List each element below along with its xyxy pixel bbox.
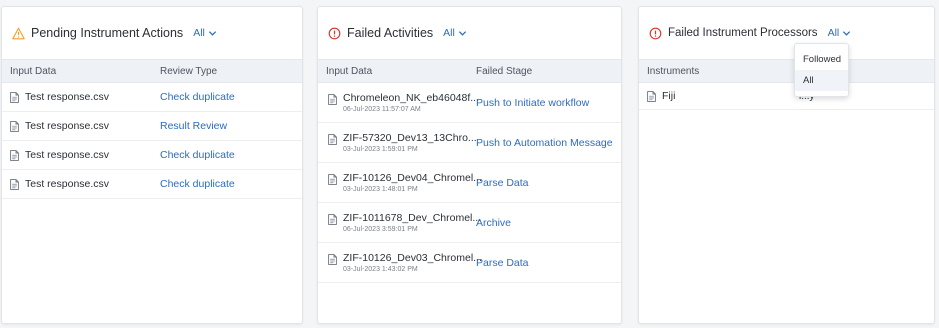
card-title: Failed Activities bbox=[347, 26, 434, 40]
filter-dropdown-menu: Followed All bbox=[794, 43, 849, 97]
table-row: ZIF-1011678_Dev_Chromel... 06-Jul-2023 3:… bbox=[318, 203, 621, 243]
column-header-input-data: Input Data bbox=[326, 65, 373, 77]
review-type-link[interactable]: Check duplicate bbox=[160, 149, 235, 161]
review-type-link[interactable]: Check duplicate bbox=[160, 178, 235, 190]
failed-instrument-processors-card: Failed Instrument Processors All Instrum… bbox=[638, 6, 935, 324]
column-header-failed-stage: Failed Stage bbox=[476, 65, 533, 77]
warning-triangle-icon bbox=[12, 27, 25, 39]
review-type-link[interactable]: Result Review bbox=[160, 120, 227, 132]
pending-instrument-actions-card: Pending Instrument Actions All Input Dat… bbox=[1, 6, 303, 324]
file-name: Chromeleon_NK_eb46048f... bbox=[343, 92, 480, 104]
filter-dropdown[interactable]: All bbox=[193, 27, 217, 39]
card-header: Failed Instrument Processors All bbox=[639, 7, 934, 59]
file-icon bbox=[10, 149, 19, 161]
table-header: Input Data Review Type bbox=[2, 59, 302, 83]
timestamp: 06-Jul-2023 11:57:07 AM bbox=[343, 106, 421, 113]
table-row: Test response.csv Check duplicate bbox=[2, 141, 302, 170]
failed-stage-link[interactable]: Push to Automation Message bbox=[476, 137, 613, 149]
filter-label: All bbox=[443, 27, 455, 39]
review-type-link[interactable]: Check duplicate bbox=[160, 91, 235, 103]
failed-stage-link[interactable]: Parse Data bbox=[476, 257, 529, 269]
input-data-cell: ZIF-1011678_Dev_Chromel... 06-Jul-2023 3:… bbox=[318, 212, 481, 233]
file-name: Test response.csv bbox=[25, 178, 110, 190]
filter-dropdown[interactable]: All bbox=[828, 27, 852, 39]
instrument-name: Fiji bbox=[662, 90, 676, 102]
file-name: Test response.csv bbox=[25, 120, 110, 132]
input-data-cell: ZIF-10126_Dev04_Chromel... 03-Jul-2023 1:… bbox=[318, 172, 482, 193]
error-circle-icon bbox=[649, 27, 662, 39]
file-icon bbox=[10, 120, 19, 132]
chevron-down-icon bbox=[208, 30, 216, 36]
input-data-cell: ZIF-10126_Dev03_Chromel... 03-Jul-2023 1:… bbox=[318, 252, 482, 273]
chevron-down-icon bbox=[458, 30, 466, 36]
file-name: ZIF-57320_Dev13_13Chro... bbox=[343, 132, 477, 144]
table-row: Chromeleon_NK_eb46048f... 06-Jul-2023 11:… bbox=[318, 83, 621, 123]
file-icon bbox=[328, 174, 337, 185]
table-row: ZIF-57320_Dev13_13Chro... 03-Jul-2023 1:5… bbox=[318, 123, 621, 163]
table-header: Input Data Failed Stage bbox=[318, 59, 621, 83]
file-icon bbox=[10, 178, 19, 190]
error-circle-icon bbox=[328, 27, 341, 39]
timestamp: 03-Jul-2023 1:59:01 PM bbox=[343, 146, 418, 153]
file-icon bbox=[647, 90, 656, 102]
failed-stage-link[interactable]: Parse Data bbox=[476, 177, 529, 189]
failed-stage-link[interactable]: Archive bbox=[476, 217, 511, 229]
timestamp: 06-Jul-2023 3:59:01 PM bbox=[343, 226, 418, 233]
input-data-cell: Test response.csv bbox=[2, 178, 160, 190]
input-data-cell: ZIF-57320_Dev13_13Chro... 03-Jul-2023 1:5… bbox=[318, 132, 477, 153]
timestamp: 03-Jul-2023 1:48:01 PM bbox=[343, 186, 418, 193]
file-icon bbox=[328, 134, 337, 145]
failed-activities-card: Failed Activities All Input Data Failed … bbox=[317, 6, 622, 324]
file-name: Test response.csv bbox=[25, 149, 110, 161]
file-icon bbox=[328, 94, 337, 105]
file-name: ZIF-1011678_Dev_Chromel... bbox=[343, 212, 482, 224]
filter-dropdown[interactable]: All bbox=[443, 27, 467, 39]
column-header-input-data: Input Data bbox=[10, 65, 57, 77]
column-header-review-type: Review Type bbox=[160, 65, 218, 77]
timestamp: 03-Jul-2023 1:43:02 PM bbox=[343, 266, 418, 273]
table-row: Fijil...y bbox=[639, 83, 934, 110]
card-title: Failed Instrument Processors bbox=[668, 27, 818, 39]
failed-stage-link[interactable]: Push to Initiate workflow bbox=[476, 97, 589, 109]
filter-label: All bbox=[193, 27, 205, 39]
table-header: Instruments bbox=[639, 59, 934, 83]
card-header: Pending Instrument Actions All bbox=[2, 7, 302, 59]
card-header: Failed Activities All bbox=[318, 7, 621, 59]
input-data-cell: Test response.csv bbox=[2, 120, 160, 132]
input-data-cell: Chromeleon_NK_eb46048f... 06-Jul-2023 11:… bbox=[318, 92, 480, 113]
input-data-cell: Test response.csv bbox=[2, 91, 160, 103]
table-row: Test response.csv Result Review bbox=[2, 112, 302, 141]
instrument-cell: Fiji bbox=[639, 90, 799, 102]
file-name: ZIF-10126_Dev04_Chromel... bbox=[343, 172, 482, 184]
table-row: Test response.csv Check duplicate bbox=[2, 83, 302, 112]
table-row: ZIF-10126_Dev04_Chromel... 03-Jul-2023 1:… bbox=[318, 163, 621, 203]
file-icon bbox=[10, 91, 19, 103]
dropdown-option-all[interactable]: All bbox=[795, 70, 848, 91]
input-data-cell: Test response.csv bbox=[2, 149, 160, 161]
file-name: ZIF-10126_Dev03_Chromel... bbox=[343, 252, 482, 264]
file-name: Test response.csv bbox=[25, 91, 110, 103]
file-icon bbox=[328, 254, 337, 265]
table-row: Test response.csv Check duplicate bbox=[2, 170, 302, 199]
card-title: Pending Instrument Actions bbox=[31, 26, 184, 40]
file-icon bbox=[328, 214, 337, 225]
column-header-instruments: Instruments bbox=[647, 65, 700, 77]
chevron-down-icon bbox=[843, 30, 851, 36]
dropdown-option-followed[interactable]: Followed bbox=[795, 49, 848, 70]
filter-label: All bbox=[827, 27, 840, 39]
table-row: ZIF-10126_Dev03_Chromel... 03-Jul-2023 1:… bbox=[318, 243, 621, 283]
